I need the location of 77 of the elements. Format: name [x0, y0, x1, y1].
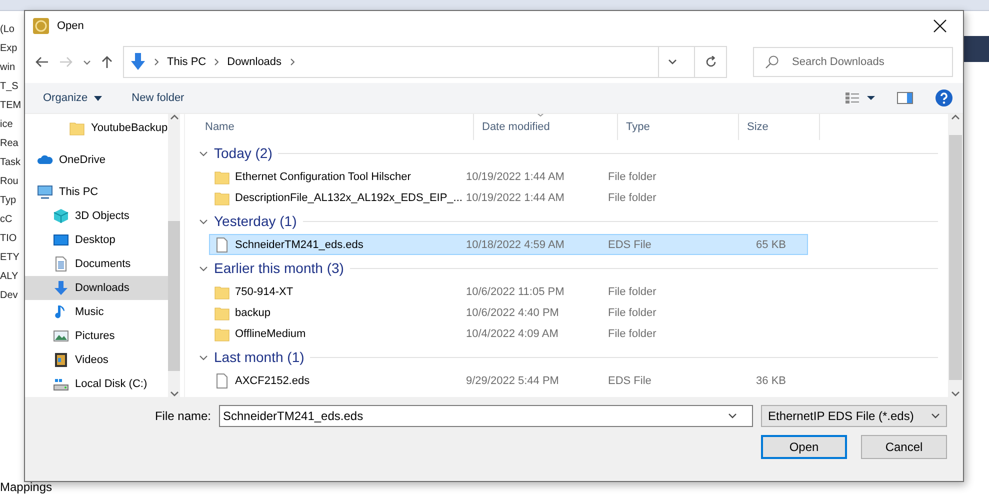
- file-type: EDS File: [608, 374, 652, 386]
- dialog-button[interactable]: Cancel: [861, 435, 947, 459]
- nav-item[interactable]: This PC: [25, 180, 168, 204]
- file-type: File folder: [608, 286, 658, 298]
- nav-item[interactable]: Desktop: [25, 228, 168, 252]
- breadcrumb[interactable]: Downloads: [227, 56, 282, 68]
- nav-item[interactable]: Pictures: [25, 324, 168, 348]
- file-name[interactable]: DescriptionFile_AL132x_AL192x_EDS_EIP_...: [235, 192, 462, 204]
- file-type: EDS File: [608, 238, 652, 250]
- file-type: File folder: [608, 192, 658, 204]
- background-label: cC: [0, 213, 14, 227]
- window-title: Open: [57, 20, 85, 32]
- column-header[interactable]: Date modified: [474, 114, 618, 140]
- nav-item[interactable]: Videos: [25, 348, 168, 372]
- file-name[interactable]: AXCF2152.eds: [235, 374, 310, 386]
- background-label: win: [0, 61, 16, 75]
- column-header[interactable]: Type: [618, 114, 739, 140]
- column-header[interactable]: Name: [197, 114, 474, 140]
- file-name[interactable]: OfflineMedium: [235, 328, 306, 340]
- file-row[interactable]: 750-914-XT 10/6/2022 11:05 PM File folder: [209, 281, 808, 302]
- background-label: Mappings: [0, 480, 52, 494]
- background-label: Rea: [0, 137, 20, 151]
- background-label: ice: [0, 118, 14, 132]
- dialog-button[interactable]: Open: [761, 435, 847, 459]
- background-label: (Lo: [0, 23, 16, 37]
- file-name[interactable]: backup: [235, 306, 270, 318]
- background-label: TEM: [0, 99, 22, 113]
- group-header[interactable]: Last month (1): [214, 349, 304, 365]
- background-label: Typ: [0, 194, 18, 208]
- file-row[interactable]: OfflineMedium 10/4/2022 4:09 AM File folder: [209, 323, 808, 344]
- background-label: Dev: [0, 289, 19, 303]
- background-label: Exp: [0, 42, 18, 56]
- file-size: 36 KB: [755, 374, 786, 386]
- address-bar[interactable]: This PC Downloads: [123, 46, 727, 78]
- nav-item[interactable]: OneDrive: [25, 148, 168, 172]
- file-type: File folder: [608, 170, 658, 182]
- background-label: ALY: [0, 270, 20, 284]
- column-header[interactable]: Size: [739, 114, 820, 140]
- date-modified: 10/18/2022 4:59 AM: [466, 238, 566, 250]
- file-name[interactable]: Ethernet Configuration Tool Hilscher: [235, 170, 411, 182]
- nav-item[interactable]: 3D Objects: [25, 204, 168, 228]
- nav-item[interactable]: Local Disk (C:): [25, 372, 168, 396]
- file-name-label: File name:: [154, 409, 211, 423]
- background-label: Task: [0, 156, 22, 170]
- date-modified: 10/6/2022 11:05 PM: [466, 286, 566, 298]
- file-name[interactable]: SchneiderTM241_eds.eds: [235, 238, 364, 250]
- new-folder-button[interactable]: New folder: [124, 92, 184, 104]
- nav-item[interactable]: Downloads: [25, 276, 168, 300]
- date-modified: 10/19/2022 1:44 AM: [466, 192, 566, 204]
- search-field[interactable]: Search Downloads: [753, 47, 953, 77]
- date-modified: 10/4/2022 4:09 AM: [466, 328, 560, 340]
- file-row[interactable]: backup 10/6/2022 4:40 PM File folder: [209, 302, 808, 323]
- group-header[interactable]: Yesterday (1): [214, 213, 297, 229]
- background-label: TIO: [0, 232, 18, 246]
- background-label: T_S: [0, 80, 20, 94]
- file-row[interactable]: AXCF2152.eds 9/29/2022 5:44 PM EDS File 36 KB: [209, 370, 808, 391]
- background-label: ETY: [0, 251, 20, 265]
- file-type-dropdown[interactable]: EthernetIP EDS File (*.eds): [761, 405, 947, 427]
- group-header[interactable]: Earlier this month (3): [214, 260, 344, 276]
- file-type: File folder: [608, 328, 658, 340]
- file-type: File folder: [608, 306, 658, 318]
- date-modified: 9/29/2022 5:44 PM: [466, 374, 560, 386]
- nav-item[interactable]: Music: [25, 300, 168, 324]
- nav-item[interactable]: YoutubeBackup: [25, 116, 168, 140]
- breadcrumb[interactable]: This PC: [167, 56, 206, 68]
- group-header[interactable]: Today (2): [214, 145, 272, 161]
- date-modified: 10/19/2022 1:44 AM: [466, 170, 566, 182]
- file-row[interactable]: DescriptionFile_AL132x_AL192x_EDS_EIP_... 10/19/2022 1:44 AM File folder: [209, 187, 808, 208]
- organize-button[interactable]: Organize: [35, 92, 102, 104]
- file-row[interactable]: Ethernet Configuration Tool Hilscher 10/19/2022 1:44 AM File folder: [209, 166, 808, 187]
- selected-file-row[interactable]: SchneiderTM241_eds.eds 10/18/2022 4:59 AM EDS File 65 KB: [209, 234, 808, 255]
- file-name[interactable]: 750-914-XT: [235, 286, 294, 298]
- nav-item[interactable]: Documents: [25, 252, 168, 276]
- date-modified: 10/6/2022 4:40 PM: [466, 306, 560, 318]
- background-label: Rou: [0, 175, 20, 189]
- file-size: 65 KB: [755, 238, 786, 250]
- file-name-field[interactable]: SchneiderTM241_eds.eds: [219, 405, 753, 427]
